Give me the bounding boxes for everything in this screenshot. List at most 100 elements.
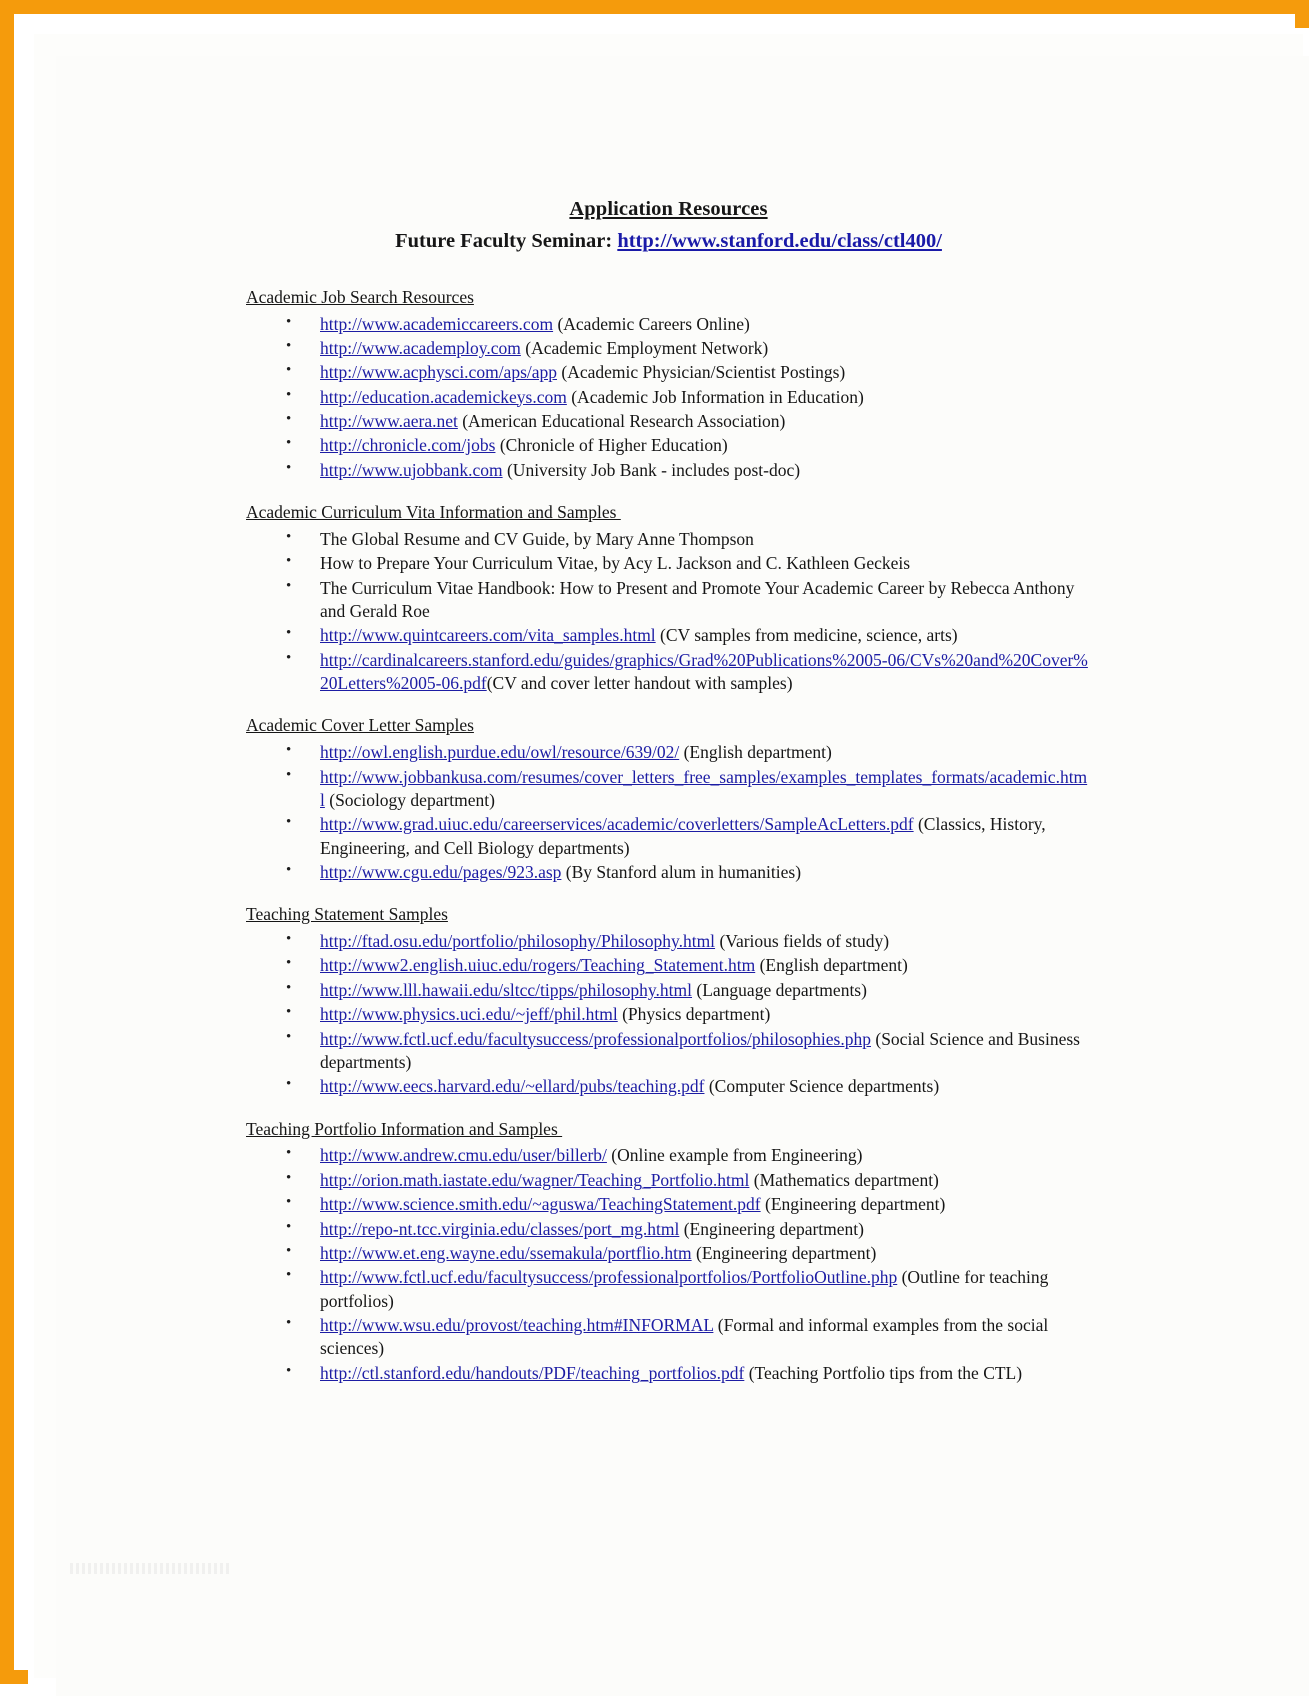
resource-section: Teaching Portfolio Information and Sampl… (246, 1118, 1091, 1385)
list-item: http://www.academploy.com (Academic Empl… (246, 336, 1091, 360)
section-heading: Academic Job Search Resources (246, 286, 474, 307)
resource-description: (By Stanford alum in humanities) (561, 861, 802, 882)
resource-link[interactable]: http://repo-nt.tcc.virginia.edu/classes/… (320, 1219, 679, 1239)
resource-list: http://www.andrew.cmu.edu/user/billerb/ … (246, 1143, 1091, 1385)
list-item: http://cardinalcareers.stanford.edu/guid… (246, 648, 1091, 696)
resource-description: (English department) (679, 742, 832, 763)
resource-link[interactable]: http://www.physics.uci.edu/~jeff/phil.ht… (320, 1004, 618, 1024)
list-item: http://www.aera.net (American Educationa… (246, 409, 1091, 433)
resource-description: (Mathematics department) (749, 1169, 939, 1190)
resource-description: (Various fields of study) (715, 931, 890, 952)
list-item: http://repo-nt.tcc.virginia.edu/classes/… (246, 1217, 1091, 1241)
list-item: http://www.andrew.cmu.edu/user/billerb/ … (246, 1143, 1091, 1167)
document-header: Application Resources Future Faculty Sem… (246, 196, 1091, 256)
resource-section: Academic Curriculum Vita Information and… (246, 501, 1091, 695)
list-item: http://www.et.eng.wayne.edu/ssemakula/po… (246, 1241, 1091, 1265)
list-item: http://www.lll.hawaii.edu/sltcc/tipps/ph… (246, 978, 1091, 1002)
resource-section: Academic Job Search Resources http://www.… (246, 286, 1091, 482)
resource-link[interactable]: http://www.academploy.com (320, 338, 521, 358)
seminar-url-link[interactable]: http://www.stanford.edu/class/ctl400/ (617, 230, 942, 252)
page-border-frame: Application Resources Future Faculty Sem… (0, 0, 1309, 1696)
resource-link[interactable]: http://www.academiccareers.com (320, 314, 553, 334)
resource-link[interactable]: http://orion.math.iastate.edu/wagner/Tea… (320, 1170, 749, 1190)
resource-description: (Language departments) (692, 979, 867, 1000)
resource-list: http://www.academiccareers.com (Academic… (246, 312, 1091, 483)
scan-watermark (70, 1563, 230, 1574)
resource-link[interactable]: http://chronicle.com/jobs (320, 435, 495, 455)
section-heading: Academic Cover Letter Samples (246, 715, 474, 736)
resource-link[interactable]: http://www.eecs.harvard.edu/~ellard/pubs… (320, 1076, 704, 1096)
section-heading: Academic Curriculum Vita Information and… (246, 502, 621, 523)
list-item: http://ctl.stanford.edu/handouts/PDF/tea… (246, 1361, 1091, 1385)
list-item: http://www.grad.uiuc.edu/careerservices/… (246, 812, 1091, 860)
list-item: http://education.academickeys.com (Acade… (246, 385, 1091, 409)
resource-link[interactable]: http://www.grad.uiuc.edu/careerservices/… (320, 814, 914, 834)
resource-description: (Engineering department) (760, 1194, 946, 1215)
resource-link[interactable]: http://www.fctl.ucf.edu/facultysuccess/p… (320, 1267, 897, 1287)
resource-description: (Academic Careers Online) (553, 313, 750, 334)
resource-link[interactable]: http://owl.english.purdue.edu/owl/resour… (320, 742, 679, 762)
resource-description: (Academic Employment Network) (520, 337, 769, 358)
resource-link[interactable]: http://www.wsu.edu/provost/teaching.htm#… (320, 1315, 713, 1335)
resource-link[interactable]: http://www.andrew.cmu.edu/user/billerb/ (320, 1145, 607, 1165)
resource-description: (Chronicle of Higher Education) (495, 435, 728, 456)
sections-container: Academic Job Search Resources http://www.… (246, 286, 1091, 1385)
resource-description: (Engineering department) (679, 1218, 864, 1239)
resource-link[interactable]: http://ctl.stanford.edu/handouts/PDF/tea… (320, 1363, 744, 1383)
resource-list: The Global Resume and CV Guide, by Mary … (246, 527, 1091, 696)
list-item: http://ftad.osu.edu/portfolio/philosophy… (246, 929, 1091, 953)
resource-list: http://owl.english.purdue.edu/owl/resour… (246, 740, 1091, 884)
resource-link[interactable]: http://education.academickeys.com (320, 387, 567, 407)
resource-link[interactable]: http://www.ujobbank.com (320, 460, 503, 480)
resource-link[interactable]: http://www.fctl.ucf.edu/facultysuccess/p… (320, 1029, 871, 1049)
resource-link[interactable]: http://www.science.smith.edu/~aguswa/Tea… (320, 1194, 761, 1214)
resource-link[interactable]: http://www.quintcareers.com/vita_samples… (320, 625, 656, 645)
resource-description: (Sociology department) (324, 789, 495, 810)
resource-list: http://ftad.osu.edu/portfolio/philosophy… (246, 929, 1091, 1099)
resource-description: (Academic Job Information in Education) (566, 386, 864, 407)
section-heading: Teaching Statement Samples (246, 904, 448, 925)
resource-description: (University Job Bank - includes post-doc… (502, 459, 801, 480)
resource-description: The Curriculum Vitae Handbook: How to Pr… (320, 577, 1075, 621)
resource-description: (Computer Science departments) (704, 1076, 940, 1097)
list-item: http://www.cgu.edu/pages/923.asp (By Sta… (246, 860, 1091, 884)
list-item: http://www.wsu.edu/provost/teaching.htm#… (246, 1313, 1091, 1361)
list-item: http://www.quintcareers.com/vita_samples… (246, 623, 1091, 647)
list-item: http://owl.english.purdue.edu/owl/resour… (246, 740, 1091, 764)
list-item: The Global Resume and CV Guide, by Mary … (246, 527, 1091, 551)
list-item: http://chronicle.com/jobs (Chronicle of … (246, 433, 1091, 457)
list-item: http://www.academiccareers.com (Academic… (246, 312, 1091, 336)
document-sheet: Application Resources Future Faculty Sem… (56, 56, 1309, 1696)
resource-link[interactable]: http://ftad.osu.edu/portfolio/philosophy… (320, 931, 715, 951)
resource-link[interactable]: http://www.acphysci.com/aps/app (320, 362, 557, 382)
resource-description: How to Prepare Your Curriculum Vitae, by… (320, 553, 911, 574)
list-item: http://www.ujobbank.com (University Job … (246, 458, 1091, 482)
resource-description: (CV and cover letter handout with sample… (486, 673, 793, 694)
seminar-label: Future Faculty Seminar: (395, 229, 613, 252)
resource-description: (Engineering department) (691, 1242, 877, 1263)
list-item: http://orion.math.iastate.edu/wagner/Tea… (246, 1168, 1091, 1192)
resource-description: (Academic Physician/Scientist Postings) (557, 362, 846, 383)
list-item: http://www.fctl.ucf.edu/facultysuccess/p… (246, 1027, 1091, 1075)
page-border-inner: Application Resources Future Faculty Sem… (28, 28, 1309, 1696)
resource-description: (Physics department) (617, 1004, 771, 1025)
resource-section: Academic Cover Letter Samples http://owl.… (246, 714, 1091, 884)
list-item: http://www.fctl.ucf.edu/facultysuccess/p… (246, 1265, 1091, 1313)
list-item: http://www.physics.uci.edu/~jeff/phil.ht… (246, 1002, 1091, 1026)
resource-link[interactable]: http://www2.english.uiuc.edu/rogers/Teac… (320, 955, 755, 975)
resource-link[interactable]: http://www.lll.hawaii.edu/sltcc/tipps/ph… (320, 980, 692, 1000)
list-item: The Curriculum Vitae Handbook: How to Pr… (246, 576, 1091, 624)
resource-link[interactable]: http://www.cgu.edu/pages/923.asp (320, 862, 561, 882)
resource-description: (Online example from Engineering) (606, 1145, 863, 1166)
list-item: http://www.jobbankusa.com/resumes/cover_… (246, 765, 1091, 813)
resource-description: The Global Resume and CV Guide, by Mary … (320, 528, 754, 549)
resource-link[interactable]: http://www.aera.net (320, 411, 458, 431)
list-item: http://www.science.smith.edu/~aguswa/Tea… (246, 1192, 1091, 1216)
page-subtitle-row: Future Faculty Seminar: http://www.stanf… (246, 228, 1091, 256)
list-item: How to Prepare Your Curriculum Vitae, by… (246, 551, 1091, 575)
resource-description: (CV samples from medicine, science, arts… (655, 625, 958, 646)
resource-link[interactable]: http://www.et.eng.wayne.edu/ssemakula/po… (320, 1243, 692, 1263)
list-item: http://www.eecs.harvard.edu/~ellard/pubs… (246, 1074, 1091, 1098)
resource-description: (Teaching Portfolio tips from the CTL) (744, 1362, 1023, 1383)
resource-description: (American Educational Research Associati… (457, 410, 786, 431)
